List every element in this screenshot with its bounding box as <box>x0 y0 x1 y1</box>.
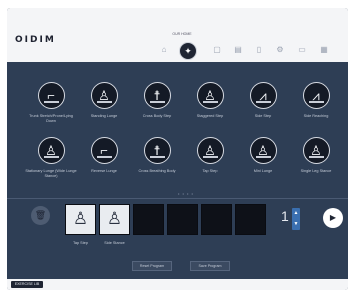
device-icon[interactable]: ▯ <box>254 45 264 54</box>
reset-program-button[interactable]: Reset Program <box>132 261 172 271</box>
exercise-label: Standing Lunge <box>90 114 118 118</box>
exercise-label: Side Reaching <box>303 114 329 118</box>
app-logo: OIDIM <box>15 35 56 45</box>
sequence-slot-empty[interactable] <box>167 204 198 235</box>
sequence-slot-empty[interactable] <box>235 204 266 235</box>
trash-icon: 🗑 <box>34 210 47 220</box>
sequence-slot[interactable]: ♙ <box>65 204 96 235</box>
exercise-tile[interactable]: ♙ Staggered Step <box>184 82 236 119</box>
exercise-label: Trunk Stretch/Prone/Lying Down <box>29 114 73 123</box>
exercise-label: Cross Breathing Body <box>138 169 176 173</box>
exercise-tile[interactable]: ♙ Stationary Lunge (Wide Lunge Stance) <box>25 137 77 178</box>
exercise-label: Mini Lunge <box>253 169 273 173</box>
side-step-icon: ⩘ <box>249 82 277 109</box>
home-icon[interactable]: ⌂ <box>159 45 169 54</box>
chat-icon[interactable]: ▭ <box>297 45 307 54</box>
sequence-slot-empty[interactable] <box>133 204 164 235</box>
tap-step-icon: ♙ <box>72 209 89 228</box>
exercise-label: Reverse Lunge <box>91 169 117 173</box>
exercise-tile[interactable]: ☨ Cross Body Step <box>131 82 183 119</box>
repeat-count: 1 <box>281 208 289 224</box>
save-program-button[interactable]: Save Program <box>190 261 230 271</box>
exercise-label: Side Step <box>254 114 272 118</box>
section-divider <box>7 198 348 199</box>
play-icon: ▶ <box>329 213 337 222</box>
gear-icon[interactable]: ⚙ <box>275 45 285 54</box>
running-person-icon: ✦ <box>184 46 192 56</box>
bottom-bar: EXERCISE LIB <box>7 279 348 290</box>
top-navigation-bar: OIDIM OUR HOME ✦ ⌂ ▢ ▤ ▯ ⚙ ▭ ▦ <box>7 8 348 62</box>
exercise-tile[interactable]: ♙ Tap Step <box>184 137 236 174</box>
menu-icon[interactable]: ▦ <box>319 45 329 54</box>
mini-lunge-icon: ♙ <box>249 137 277 164</box>
tap-step-icon: ♙ <box>196 137 224 164</box>
exercise-label: Stationary Lunge (Wide Lunge Stance) <box>25 169 77 178</box>
exercise-label: Tap Step <box>202 169 218 173</box>
lunge-icon: ♙ <box>90 82 118 109</box>
clipboard-icon[interactable]: ▤ <box>233 45 243 54</box>
stepper-up-icon[interactable]: ▲ <box>292 208 300 219</box>
side-stance-icon: ♙ <box>106 209 123 228</box>
exercise-library-tab[interactable]: EXERCISE LIB <box>11 281 43 288</box>
stepper-down-icon[interactable]: ▼ <box>292 219 300 230</box>
reverse-lunge-icon: ⌐ <box>90 137 118 164</box>
staggered-step-icon: ♙ <box>196 82 224 109</box>
cross-step-icon: ☨ <box>143 82 171 109</box>
app-window: OIDIM OUR HOME ✦ ⌂ ▢ ▤ ▯ ⚙ ▭ ▦ ⌐ Trunk S… <box>7 8 348 290</box>
exercise-tile[interactable]: ♙ Mini Lunge <box>237 137 289 174</box>
repeat-stepper[interactable]: ▲ ▼ <box>292 208 300 230</box>
home-button[interactable]: ✦ <box>179 42 197 60</box>
side-reach-icon: ⩘ <box>302 82 330 109</box>
exercise-tile[interactable]: ♙ Single Leg Stance <box>290 137 342 174</box>
exercise-tile[interactable]: ♙ Standing Lunge <box>78 82 130 119</box>
page-indicator[interactable]: • • • • <box>178 191 194 196</box>
exercise-tile[interactable]: ⌐ Reverse Lunge <box>78 137 130 174</box>
breathing-icon: ☨ <box>143 137 171 164</box>
delete-button[interactable]: 🗑 <box>31 206 50 225</box>
exercise-label: Cross Body Step <box>142 114 172 118</box>
sequence-slot-label: Tap Step <box>73 241 88 245</box>
calendar-icon[interactable]: ▢ <box>212 45 222 54</box>
single-leg-icon: ♙ <box>302 137 330 164</box>
sequence-slot-empty[interactable] <box>201 204 232 235</box>
exercise-tile[interactable]: ⩘ Side Step <box>237 82 289 119</box>
sequence-slot[interactable]: ♙ <box>99 204 130 235</box>
home-label: OUR HOME <box>172 32 192 36</box>
sequence-slot-label: Side Stance <box>104 241 125 245</box>
exercise-tile[interactable]: ☨ Cross Breathing Body <box>131 137 183 174</box>
exercise-tile[interactable]: ⌐ Trunk Stretch/Prone/Lying Down <box>25 82 77 123</box>
lying-stretch-icon: ⌐ <box>37 82 65 109</box>
play-button[interactable]: ▶ <box>323 208 343 228</box>
exercise-tile[interactable]: ⩘ Side Reaching <box>290 82 342 119</box>
wide-lunge-icon: ♙ <box>37 137 65 164</box>
exercise-label: Staggered Step <box>196 114 224 118</box>
exercise-label: Single Leg Stance <box>300 169 332 173</box>
